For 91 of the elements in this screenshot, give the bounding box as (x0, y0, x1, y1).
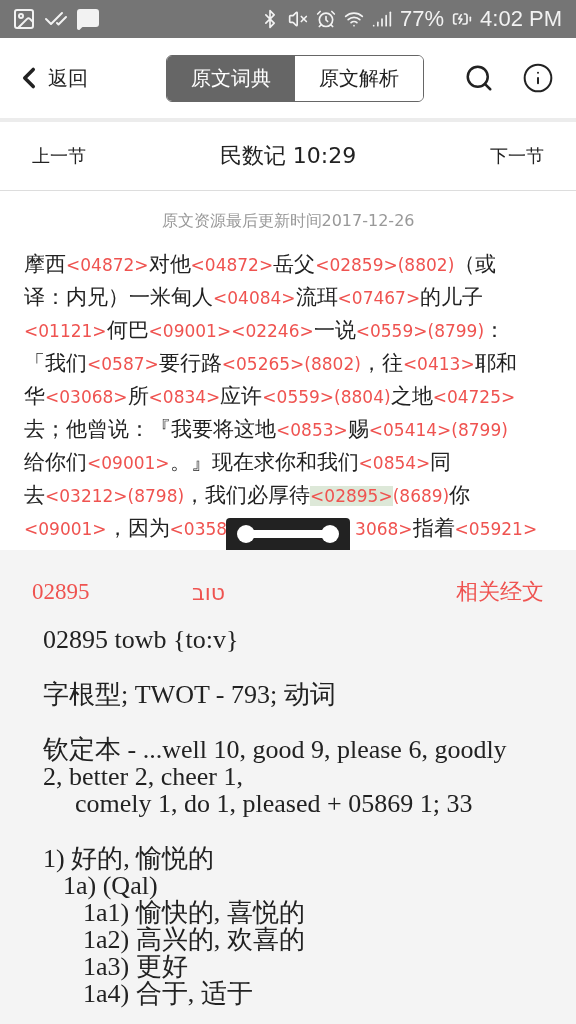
grammar-text: 字根型; TWOT - 793; 动词 (43, 681, 337, 708)
verse-text: 你 (449, 483, 471, 507)
strong-number-link[interactable]: <04872> (66, 255, 149, 275)
info-icon[interactable] (522, 62, 554, 94)
clock: 4:02 PM (480, 6, 562, 32)
strong-number-link[interactable]: <02895> (310, 486, 393, 506)
sense-line: 1a4) 合于, 适于 (82, 980, 254, 1007)
strong-number-link[interactable]: <04725> (432, 387, 516, 407)
sense-line: 1a) (Qal) (63, 872, 159, 899)
verse-text: 赐 (347, 417, 369, 441)
verse-text: 流珥 (295, 285, 338, 309)
definition-heading: 02895 towb {to:v} (43, 626, 240, 653)
strong-number-link[interactable]: <04872> (190, 255, 274, 275)
verse-text: 岳父 (273, 252, 316, 276)
strong-number-link[interactable]: <04084> (213, 288, 296, 308)
strong-number-link[interactable]: <0358 (169, 519, 228, 539)
strong-number-link[interactable]: <05921> (454, 519, 538, 539)
message-icon (76, 7, 100, 31)
strong-number-link[interactable]: <07467> (337, 288, 421, 308)
strong-number-link[interactable]: (8804) (334, 387, 391, 407)
verse-text: 指着 (412, 516, 455, 540)
verse-text: ，我们必厚待 (184, 483, 311, 507)
handle-bar-icon (236, 524, 340, 544)
strong-number-link[interactable]: <0853> (276, 420, 348, 440)
next-section-button[interactable]: 下一节 (490, 144, 544, 168)
verse-text: 「我们 (24, 351, 87, 375)
sense-line: 1a1) 愉快的, 喜悦的 (83, 899, 306, 926)
verse-text: 一说 (313, 318, 356, 342)
verse-text: 的儿子 (420, 285, 484, 309)
strong-number-link[interactable]: (8802) (397, 255, 455, 275)
verse-text: 对他 (148, 252, 191, 276)
strong-number-link[interactable]: <03212> (45, 486, 128, 506)
strong-number-link[interactable]: (8802) (304, 354, 361, 374)
strong-number-link[interactable]: <09001> (24, 519, 107, 539)
battery-percent: 77% (400, 6, 445, 32)
related-verses-link[interactable]: 相关经文 (456, 577, 544, 607)
verse-text: ，因为 (106, 516, 170, 540)
verse-text: 要行路 (158, 351, 222, 375)
strong-number-link[interactable]: <0587> (87, 354, 159, 374)
strong-number-link[interactable]: (8798) (127, 486, 185, 506)
verse-text: 摩西 (24, 252, 66, 276)
back-button[interactable]: 返回 (12, 61, 88, 95)
drag-handle[interactable] (226, 518, 350, 550)
previous-section-button[interactable]: 上一节 (32, 144, 86, 168)
strong-number-link[interactable]: <05265> (221, 354, 305, 374)
strong-number-link[interactable]: <09001> (148, 321, 232, 341)
kjv-text: comely 1, do 1, pleased + 05869 1; 33 (74, 790, 474, 817)
mute-icon (288, 9, 308, 29)
verse-text: 。』现在求你和我们 (169, 450, 359, 474)
update-note: 原文资源最后更新时间2017-12-26 (160, 211, 416, 232)
verse-text: 应许 (220, 384, 263, 408)
verse-text: 去；他曾说：『我要将这地 (24, 417, 276, 441)
verse-text: ： (484, 318, 506, 342)
strong-number-link[interactable]: <0559> (262, 387, 335, 407)
strong-number-link[interactable]: <09001> (87, 453, 170, 473)
strong-number-link[interactable]: <01121> (24, 321, 107, 341)
verse-text: 给你们 (24, 450, 87, 474)
hebrew-word: טוב (192, 579, 225, 605)
strong-number-link[interactable]: (8799) (451, 420, 508, 440)
strong-number-link[interactable]: 3068> (355, 519, 413, 539)
wifi-icon (344, 9, 364, 29)
sense-line: 1a2) 高兴的, 欢喜的 (82, 926, 306, 953)
sense-line: 1a3) 更好 (82, 953, 189, 980)
alarm-icon (316, 9, 336, 29)
chapter-title: 民数记 10:29 (219, 142, 357, 170)
strong-number-link[interactable]: <03068> (45, 387, 128, 407)
verse-text: ，往 (360, 351, 403, 375)
image-icon (12, 7, 36, 31)
strong-number-link[interactable]: <05414> (368, 420, 452, 440)
verse-text: 去 (24, 483, 45, 507)
strong-number-link[interactable]: (8799) (427, 321, 485, 341)
verse-text: 耶和 (474, 351, 517, 375)
strong-number: 02895 (32, 579, 91, 605)
strong-number-link[interactable]: <0854> (358, 453, 431, 473)
verse-text: 译：内兄）一米甸人 (24, 285, 213, 309)
sense-line: 1) 好的, 愉悦的 (43, 845, 216, 872)
verse-text: 同 (430, 450, 452, 474)
tab[interactable]: 原文词典 (167, 55, 295, 101)
search-icon[interactable] (464, 63, 494, 93)
strong-number-link[interactable]: <0834> (148, 387, 221, 407)
verse-text: 所 (127, 384, 149, 408)
strong-number-link[interactable]: <0559> (355, 321, 428, 341)
verse-text: 华 (24, 384, 45, 408)
strong-number-link[interactable]: <0413> (402, 354, 475, 374)
verse-text: 之地 (390, 384, 433, 408)
verse-text: （或 (454, 252, 497, 276)
verse-text: 何巴 (106, 318, 149, 342)
signal-icon (372, 9, 392, 29)
strong-number-link[interactable]: <02246> (231, 321, 314, 341)
strong-number-link[interactable]: (8689) (392, 486, 450, 506)
strong-number-link[interactable]: <02859> (315, 255, 398, 275)
